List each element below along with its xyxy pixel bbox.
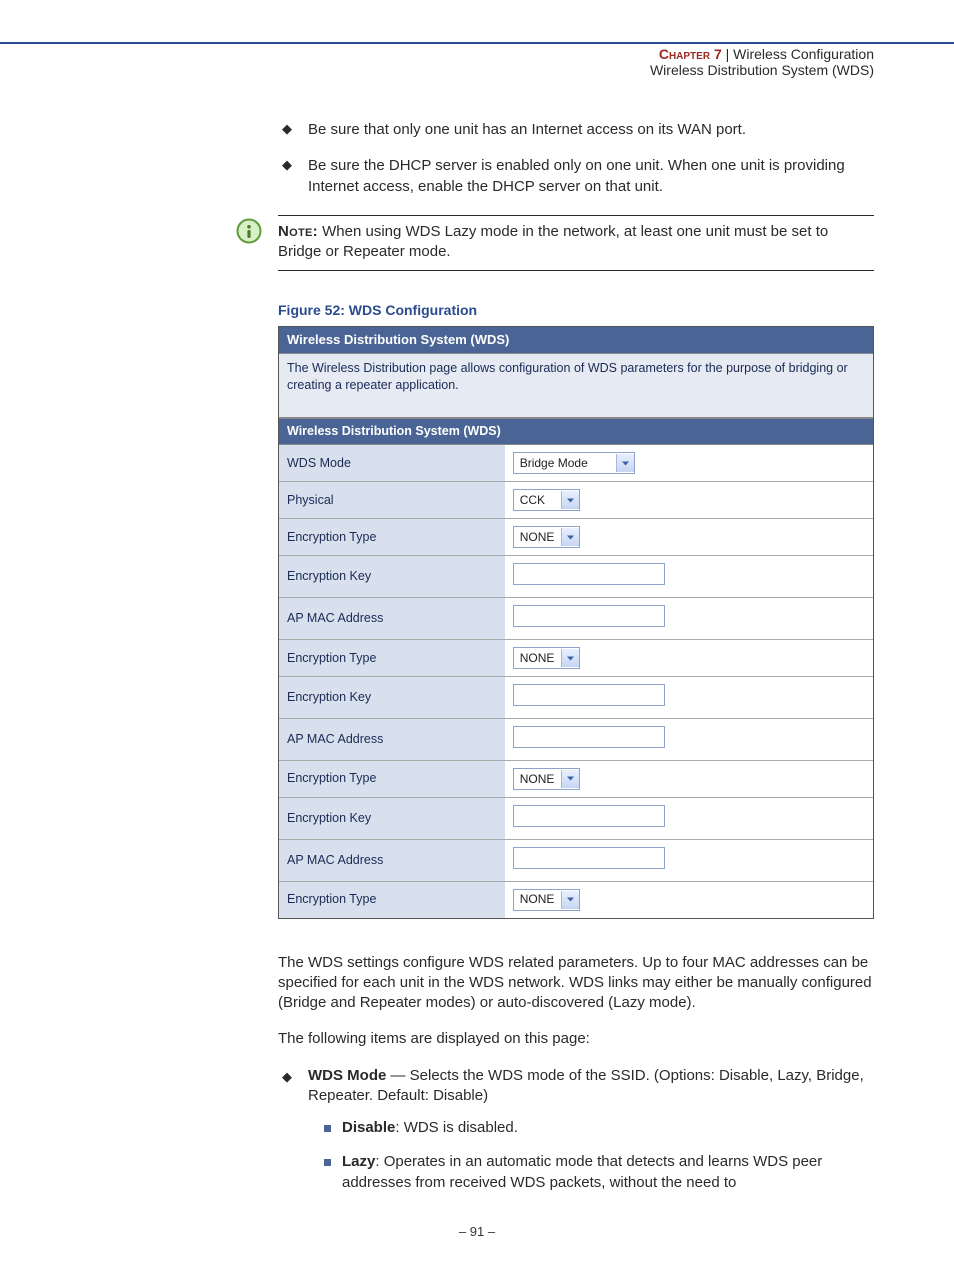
text-input[interactable] (513, 605, 665, 627)
def-term: WDS Mode (308, 1067, 386, 1084)
config-row: AP MAC Address (279, 598, 873, 640)
config-row-label: AP MAC Address (279, 839, 505, 881)
config-row: Encryption Key (279, 677, 873, 719)
chevron-down-icon (616, 454, 634, 472)
sub-def-term: Lazy (342, 1153, 375, 1170)
def-text: — Selects the WDS mode of the SSID. (Opt… (308, 1067, 864, 1104)
config-row-value: Bridge Mode (505, 445, 873, 482)
sub-def-text: : WDS is disabled. (395, 1119, 518, 1136)
config-row-label: Encryption Key (279, 556, 505, 598)
select-dropdown[interactable]: NONE (513, 768, 580, 790)
chevron-down-icon (561, 649, 579, 667)
header-rule (0, 42, 954, 44)
sub-def-term: Disable (342, 1119, 395, 1136)
select-value: CCK (514, 492, 561, 508)
config-row: Encryption Type NONE (279, 640, 873, 677)
config-row-value: NONE (505, 760, 873, 797)
page: Chapter 7 | Wireless Configuration Wirel… (0, 0, 954, 1277)
note-label: Note: (278, 223, 318, 240)
text-input[interactable] (513, 726, 665, 748)
chevron-down-icon (561, 770, 579, 788)
select-value: Bridge Mode (514, 455, 616, 471)
sub-definition-item: Lazy: Operates in an automatic mode that… (308, 1152, 874, 1193)
chevron-down-icon (561, 528, 579, 546)
intro-bullets: Be sure that only one unit has an Intern… (278, 120, 874, 197)
config-row-value (505, 598, 873, 640)
bullet-list: Be sure that only one unit has an Intern… (278, 120, 874, 197)
config-row: Encryption Type NONE (279, 760, 873, 797)
bullet-item: Be sure that only one unit has an Intern… (278, 120, 874, 140)
config-panel-title: Wireless Distribution System (WDS) (279, 327, 873, 354)
definition-item: WDS Mode — Selects the WDS mode of the S… (278, 1066, 874, 1193)
text-input[interactable] (513, 563, 665, 585)
config-row: AP MAC Address (279, 718, 873, 760)
page-number: – 91 – (0, 1224, 954, 1239)
config-group-header: Wireless Distribution System (WDS) (279, 419, 873, 445)
config-row-value: NONE (505, 640, 873, 677)
config-row-label: Encryption Type (279, 881, 505, 918)
header-separator: | (726, 46, 730, 62)
config-row-label: Encryption Type (279, 519, 505, 556)
chevron-down-icon (561, 891, 579, 909)
header-line-1: Chapter 7 | Wireless Configuration (650, 46, 874, 62)
note-block: Note: When using WDS Lazy mode in the ne… (278, 215, 874, 272)
config-row: WDS Mode Bridge Mode (279, 445, 873, 482)
config-row-label: AP MAC Address (279, 598, 505, 640)
header-title: Wireless Configuration (733, 46, 874, 62)
config-row-value: NONE (505, 881, 873, 918)
config-row: Encryption Type NONE (279, 519, 873, 556)
config-table: Wireless Distribution System (WDS) WDS M… (279, 418, 873, 917)
chevron-down-icon (561, 491, 579, 509)
text-input[interactable] (513, 805, 665, 827)
text-input[interactable] (513, 847, 665, 869)
config-row-label: Encryption Key (279, 797, 505, 839)
explanatory-text: The WDS settings configure WDS related p… (278, 953, 874, 1193)
config-row: Encryption Type NONE (279, 881, 873, 918)
config-row-label: AP MAC Address (279, 718, 505, 760)
sub-definition-list: Disable: WDS is disabled. Lazy: Operates… (308, 1118, 874, 1193)
config-row-value (505, 677, 873, 719)
sub-def-text: : Operates in an automatic mode that det… (342, 1153, 822, 1190)
paragraph: The following items are displayed on thi… (278, 1029, 874, 1049)
config-row-label: Encryption Key (279, 677, 505, 719)
config-row: Encryption Key (279, 797, 873, 839)
note-text: When using WDS Lazy mode in the network,… (278, 223, 828, 260)
config-panel-description: The Wireless Distribution page allows co… (279, 354, 873, 419)
sub-definition-item: Disable: WDS is disabled. (308, 1118, 874, 1138)
select-value: NONE (514, 529, 561, 545)
select-value: NONE (514, 891, 561, 907)
config-row: AP MAC Address (279, 839, 873, 881)
select-dropdown[interactable]: NONE (513, 889, 580, 911)
select-value: NONE (514, 771, 561, 787)
text-input[interactable] (513, 684, 665, 706)
config-row-value: CCK (505, 482, 873, 519)
config-row-label: Encryption Type (279, 760, 505, 797)
config-row-value (505, 797, 873, 839)
config-row-label: WDS Mode (279, 445, 505, 482)
config-row: Physical CCK (279, 482, 873, 519)
config-row-value: NONE (505, 519, 873, 556)
info-icon (236, 218, 262, 244)
definition-list: WDS Mode — Selects the WDS mode of the S… (278, 1066, 874, 1193)
config-row-value (505, 556, 873, 598)
select-value: NONE (514, 650, 561, 666)
bullet-item: Be sure the DHCP server is enabled only … (278, 156, 874, 197)
content: Be sure that only one unit has an Intern… (0, 0, 954, 1193)
paragraph: The WDS settings configure WDS related p… (278, 953, 874, 1014)
config-row-label: Physical (279, 482, 505, 519)
config-row-value (505, 718, 873, 760)
header-subtitle: Wireless Distribution System (WDS) (650, 62, 874, 78)
config-row-value (505, 839, 873, 881)
figure-block: Figure 52: WDS Configuration Wireless Di… (278, 301, 874, 918)
select-dropdown[interactable]: NONE (513, 526, 580, 548)
config-row-label: Encryption Type (279, 640, 505, 677)
chapter-label: Chapter 7 (659, 46, 722, 62)
page-header: Chapter 7 | Wireless Configuration Wirel… (650, 46, 874, 78)
config-panel: Wireless Distribution System (WDS) The W… (278, 326, 874, 918)
config-row: Encryption Key (279, 556, 873, 598)
select-dropdown[interactable]: NONE (513, 647, 580, 669)
select-dropdown[interactable]: CCK (513, 489, 580, 511)
figure-caption: Figure 52: WDS Configuration (278, 301, 874, 320)
select-dropdown[interactable]: Bridge Mode (513, 452, 635, 474)
